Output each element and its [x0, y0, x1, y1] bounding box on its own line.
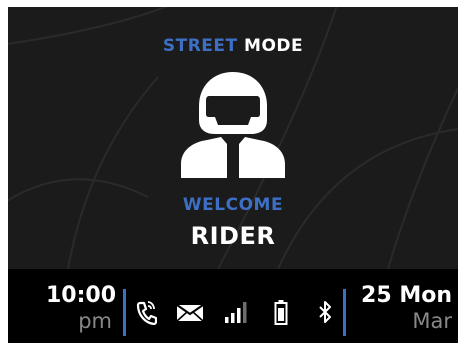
clock-ampm: pm: [78, 309, 112, 333]
battery-icon: [274, 300, 288, 325]
welcome-text: WELCOME: [182, 195, 284, 215]
mode-label: MODE: [244, 36, 304, 56]
mail-icon[interactable]: [176, 299, 204, 325]
status-divider-left: [123, 289, 126, 336]
status-divider-right: [343, 289, 346, 336]
riding-mode-title: STREET MODE: [8, 36, 458, 56]
date-month: Mar: [412, 309, 452, 333]
rider-icon: [181, 72, 285, 178]
rider-text: RIDER: [190, 222, 276, 250]
status-bar: 10:00 pm 25 Mon Mar: [8, 269, 458, 343]
mode-name: STREET: [162, 36, 238, 56]
clock-time: 10:00: [45, 283, 116, 308]
bluetooth-icon[interactable]: [317, 299, 333, 325]
phone-call-icon[interactable]: [135, 299, 157, 325]
date-day: 25 Mon: [361, 283, 452, 308]
signal-icon: [225, 302, 247, 323]
dashboard-screen: STREET MODE WELCOME RIDER 10:00 pm 25 Mo…: [8, 7, 458, 343]
